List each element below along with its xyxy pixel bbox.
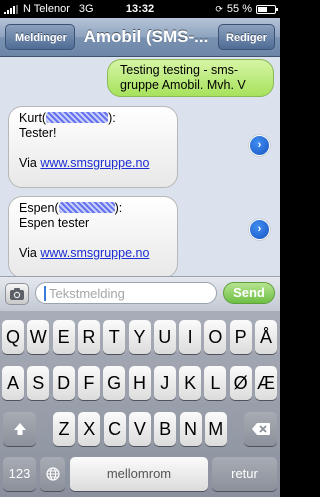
key-s[interactable]: S [27, 366, 50, 400]
key-h[interactable]: H [128, 366, 151, 400]
sent-message-bubble[interactable]: Testing testing - sms-gruppe Amobil. Mvh… [107, 59, 274, 97]
battery-percent: 55 % [226, 3, 252, 15]
key-e[interactable]: E [52, 320, 75, 354]
conversation-view[interactable]: Testing testing - sms-gruppe Amobil. Mvh… [0, 57, 280, 278]
back-button-label: Meldinger [15, 32, 67, 44]
lock-rotation-icon: ⟳ [215, 3, 223, 14]
disclosure-icon[interactable]: › [249, 219, 270, 240]
globe-key[interactable] [40, 457, 65, 491]
return-key[interactable]: retur [212, 457, 277, 491]
delete-key[interactable] [244, 412, 277, 446]
key-z[interactable]: Z [53, 412, 75, 446]
status-bar: N Telenor 3G 13:32 ⟳ 55 % [0, 0, 280, 18]
via-link[interactable]: www.smsgruppe.no [40, 156, 149, 170]
back-button[interactable]: Meldinger [5, 24, 75, 50]
key-k[interactable]: K [179, 366, 202, 400]
message-body: Espen tester [19, 216, 90, 230]
via-prefix: Via [19, 246, 37, 260]
send-button[interactable]: Send [223, 282, 275, 304]
shift-key[interactable] [3, 412, 36, 446]
sender-suffix: ): [114, 201, 123, 215]
key-f[interactable]: F [77, 366, 100, 400]
redacted-phone-number [58, 202, 115, 213]
key-æ[interactable]: Æ [255, 366, 277, 400]
key-y[interactable]: Y [128, 320, 151, 354]
message-input[interactable]: Tekstmelding [35, 282, 217, 304]
key-r[interactable]: R [77, 320, 100, 354]
send-button-label: Send [233, 285, 265, 300]
sender-name: Kurt( [19, 111, 47, 125]
via-link[interactable]: www.smsgruppe.no [40, 246, 149, 260]
numbers-key[interactable]: 123 [3, 457, 36, 491]
key-j[interactable]: J [153, 366, 176, 400]
key-o[interactable]: O [204, 320, 227, 354]
camera-button[interactable] [5, 283, 29, 305]
key-c[interactable]: C [103, 412, 126, 446]
key-m[interactable]: M [204, 412, 227, 446]
message-body: Tester! [19, 126, 57, 140]
key-u[interactable]: U [153, 320, 176, 354]
key-b[interactable]: B [154, 412, 177, 446]
key-i[interactable]: I [179, 320, 202, 354]
key-å[interactable]: Å [255, 320, 277, 354]
camera-icon [10, 288, 24, 300]
key-g[interactable]: G [103, 366, 126, 400]
key-n[interactable]: N [179, 412, 202, 446]
text-cursor [44, 286, 46, 301]
compose-bar: Tekstmelding Send [0, 276, 280, 311]
conversation-title: Amobil (SMS-... [83, 27, 209, 46]
space-key[interactable]: mellomrom [70, 457, 208, 491]
backspace-icon [251, 423, 270, 435]
received-message-bubble[interactable]: Kurt(): Tester! Via www.smsgruppe.no [8, 106, 178, 188]
messages-app: N Telenor 3G 13:32 ⟳ 55 % Meldinger Amob… [0, 0, 280, 497]
edit-button[interactable]: Rediger [218, 24, 275, 50]
sender-name: Espen( [19, 201, 59, 215]
edit-button-label: Rediger [226, 32, 267, 44]
via-prefix: Via [19, 156, 37, 170]
key-t[interactable]: T [103, 320, 126, 354]
key-a[interactable]: A [2, 366, 24, 400]
disclosure-icon[interactable]: › [249, 135, 270, 156]
sent-message-text: Testing testing - sms-gruppe Amobil. Mvh… [120, 63, 246, 92]
navigation-bar: Meldinger Amobil (SMS-... Rediger [0, 18, 280, 57]
battery-icon [256, 4, 278, 14]
key-q[interactable]: Q [2, 320, 24, 354]
keyboard: Q W E R T Y U I O P Å A S D F G H J K L Ø Æ Z X C V B N M 123 mellomro… [0, 311, 280, 497]
shift-icon [13, 423, 26, 435]
key-d[interactable]: D [52, 366, 75, 400]
key-w[interactable]: W [27, 320, 50, 354]
message-input-placeholder: Tekstmelding [49, 286, 125, 301]
sender-suffix: ): [108, 111, 116, 125]
received-message-bubble[interactable]: Espen(): Espen tester Via www.smsgruppe.… [8, 196, 178, 278]
globe-icon [45, 467, 60, 481]
key-ø[interactable]: Ø [229, 366, 252, 400]
redacted-phone-number [46, 112, 109, 123]
key-l[interactable]: L [204, 366, 227, 400]
key-v[interactable]: V [128, 412, 151, 446]
key-p[interactable]: P [229, 320, 252, 354]
key-x[interactable]: X [78, 412, 101, 446]
